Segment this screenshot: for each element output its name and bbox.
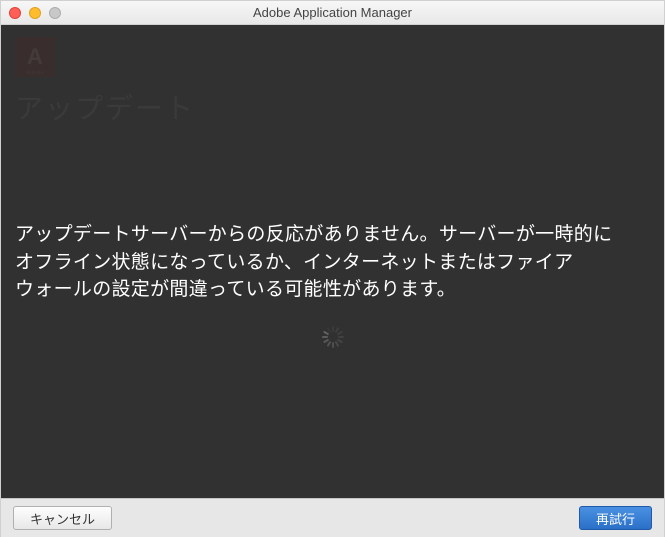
- cancel-button[interactable]: キャンセル: [13, 506, 112, 530]
- modal-overlay: アップデートサーバーからの反応がありません。サーバーが一時的に オフライン状態に…: [1, 25, 664, 498]
- loading-spinner-icon: [322, 326, 344, 348]
- close-icon[interactable]: [9, 7, 21, 19]
- error-message: アップデートサーバーからの反応がありません。サーバーが一時的に オフライン状態に…: [15, 221, 650, 304]
- content-area: A Adobe アップデート アップデートサーバーからの反応がありません。サーバ…: [1, 25, 664, 498]
- titlebar: Adobe Application Manager: [1, 1, 664, 25]
- window-title: Adobe Application Manager: [9, 5, 656, 20]
- error-line: オフライン状態になっているか、インターネットまたはファイア: [15, 249, 650, 277]
- minimize-icon[interactable]: [29, 7, 41, 19]
- maximize-icon: [49, 7, 61, 19]
- error-line: ウォールの設定が間違っている可能性があります。: [15, 276, 650, 304]
- retry-button[interactable]: 再試行: [579, 506, 652, 530]
- window-controls: [9, 7, 61, 19]
- footer: キャンセル 再試行: [1, 498, 664, 537]
- error-line: アップデートサーバーからの反応がありません。サーバーが一時的に: [15, 221, 650, 249]
